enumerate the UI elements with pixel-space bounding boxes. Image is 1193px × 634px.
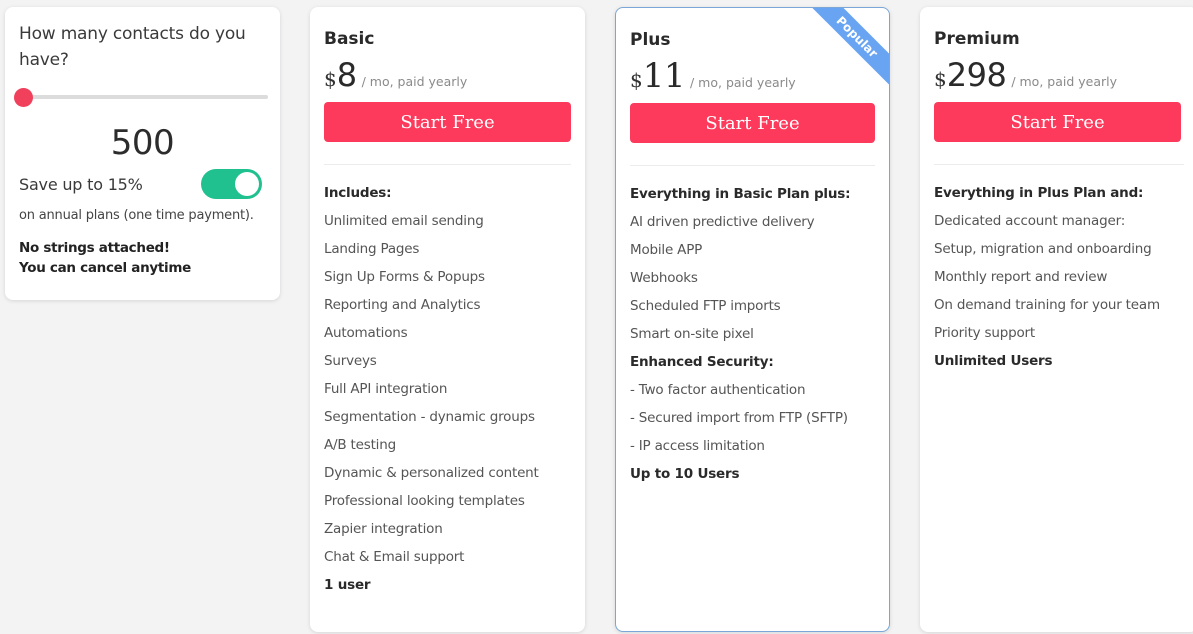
divider (630, 165, 875, 166)
plan-price: $ 298 / mo, paid yearly (934, 57, 1184, 95)
feature-item: A/B testing (324, 437, 396, 453)
currency-symbol: $ (324, 67, 337, 91)
guarantee-line-1: No strings attached! (19, 240, 170, 256)
annual-note: on annual plans (one time payment). (19, 208, 254, 223)
feature-item: Automations (324, 325, 408, 341)
price-period: / mo, paid yearly (690, 75, 796, 90)
feature-item: - IP access limitation (630, 438, 765, 454)
feature-item: - Secured import from FTP (SFTP) (630, 410, 848, 426)
price-amount: 298 (946, 56, 1007, 94)
feature-item: Chat & Email support (324, 549, 465, 565)
feature-item: Zapier integration (324, 521, 443, 537)
feature-item: Landing Pages (324, 241, 420, 257)
feature-item: Webhooks (630, 270, 698, 286)
slider-track[interactable] (20, 95, 268, 99)
plan-card-premium: Premium $ 298 / mo, paid yearly Start Fr… (920, 7, 1193, 632)
plan-card-plus: Popular Plus $ 11 / mo, paid yearly Star… (615, 7, 890, 632)
contacts-calculator-card: How many contacts do you have? 500 Save … (5, 7, 280, 300)
feature-item: - Two factor authentication (630, 382, 806, 398)
feature-item: Dedicated account manager: (934, 213, 1126, 229)
price-amount: 8 (336, 56, 357, 94)
feature-item: Dynamic & personalized content (324, 465, 539, 481)
annual-billing-toggle[interactable] (201, 169, 262, 199)
start-free-button-premium[interactable]: Start Free (934, 102, 1181, 142)
feature-item: Scheduled FTP imports (630, 298, 781, 314)
feature-item: Reporting and Analytics (324, 297, 481, 313)
feature-heading: Includes: (324, 185, 392, 201)
price-period: / mo, paid yearly (361, 74, 468, 89)
feature-item: On demand training for your team (934, 297, 1160, 313)
feature-list: Everything in Plus Plan and: Dedicated ac… (934, 185, 1184, 381)
start-free-button-plus[interactable]: Start Free (630, 103, 875, 143)
plan-card-basic: Basic $ 8 / mo, paid yearly Start Free I… (310, 7, 585, 632)
plan-price: $ 11 / mo, paid yearly (630, 58, 875, 96)
contacts-value: 500 (110, 123, 175, 163)
feature-item: Mobile APP (630, 242, 703, 258)
feature-item: Professional looking templates (324, 493, 525, 509)
plan-name: Premium (934, 29, 1020, 49)
toggle-knob (235, 172, 259, 196)
feature-item: Segmentation - dynamic groups (324, 409, 535, 425)
currency-symbol: $ (630, 68, 643, 92)
divider (324, 164, 571, 165)
feature-item: AI driven predictive delivery (630, 214, 815, 230)
price-period: / mo, paid yearly (1011, 74, 1118, 89)
feature-item: Full API integration (324, 381, 448, 397)
feature-list: Includes: Unlimited email sending Landing … (324, 185, 571, 605)
feature-item: Surveys (324, 353, 377, 369)
feature-heading: Up to 10 Users (630, 466, 740, 482)
guarantee-text: No strings attached! You can cancel anyt… (19, 238, 266, 278)
slider-thumb[interactable] (14, 88, 33, 107)
feature-item: Sign Up Forms & Popups (324, 269, 485, 285)
feature-item: Unlimited email sending (324, 213, 484, 229)
feature-item: Setup, migration and onboarding (934, 241, 1152, 257)
save-label: Save up to 15% (19, 174, 143, 194)
plan-price: $ 8 / mo, paid yearly (324, 57, 571, 95)
feature-heading: 1 user (324, 577, 371, 593)
feature-item: Smart on-site pixel (630, 326, 754, 342)
feature-heading: Everything in Plus Plan and: (934, 185, 1144, 201)
guarantee-line-2: You can cancel anytime (19, 260, 191, 276)
plan-name: Basic (324, 29, 375, 49)
price-amount: 11 (642, 56, 686, 96)
feature-heading: Unlimited Users (934, 353, 1053, 369)
feature-heading: Everything in Basic Plan plus: (630, 186, 851, 202)
annual-savings-row: Save up to 15% (19, 169, 266, 199)
feature-item: Monthly report and review (934, 269, 1108, 285)
feature-heading: Enhanced Security: (630, 354, 774, 370)
currency-symbol: $ (934, 67, 947, 91)
start-free-button-basic[interactable]: Start Free (324, 102, 571, 142)
contacts-question: How many contacts do you have? (19, 24, 246, 70)
feature-item: Priority support (934, 325, 1035, 341)
feature-list: Everything in Basic Plan plus: AI driven … (630, 186, 875, 494)
divider (934, 164, 1184, 165)
contacts-slider[interactable] (14, 88, 268, 107)
